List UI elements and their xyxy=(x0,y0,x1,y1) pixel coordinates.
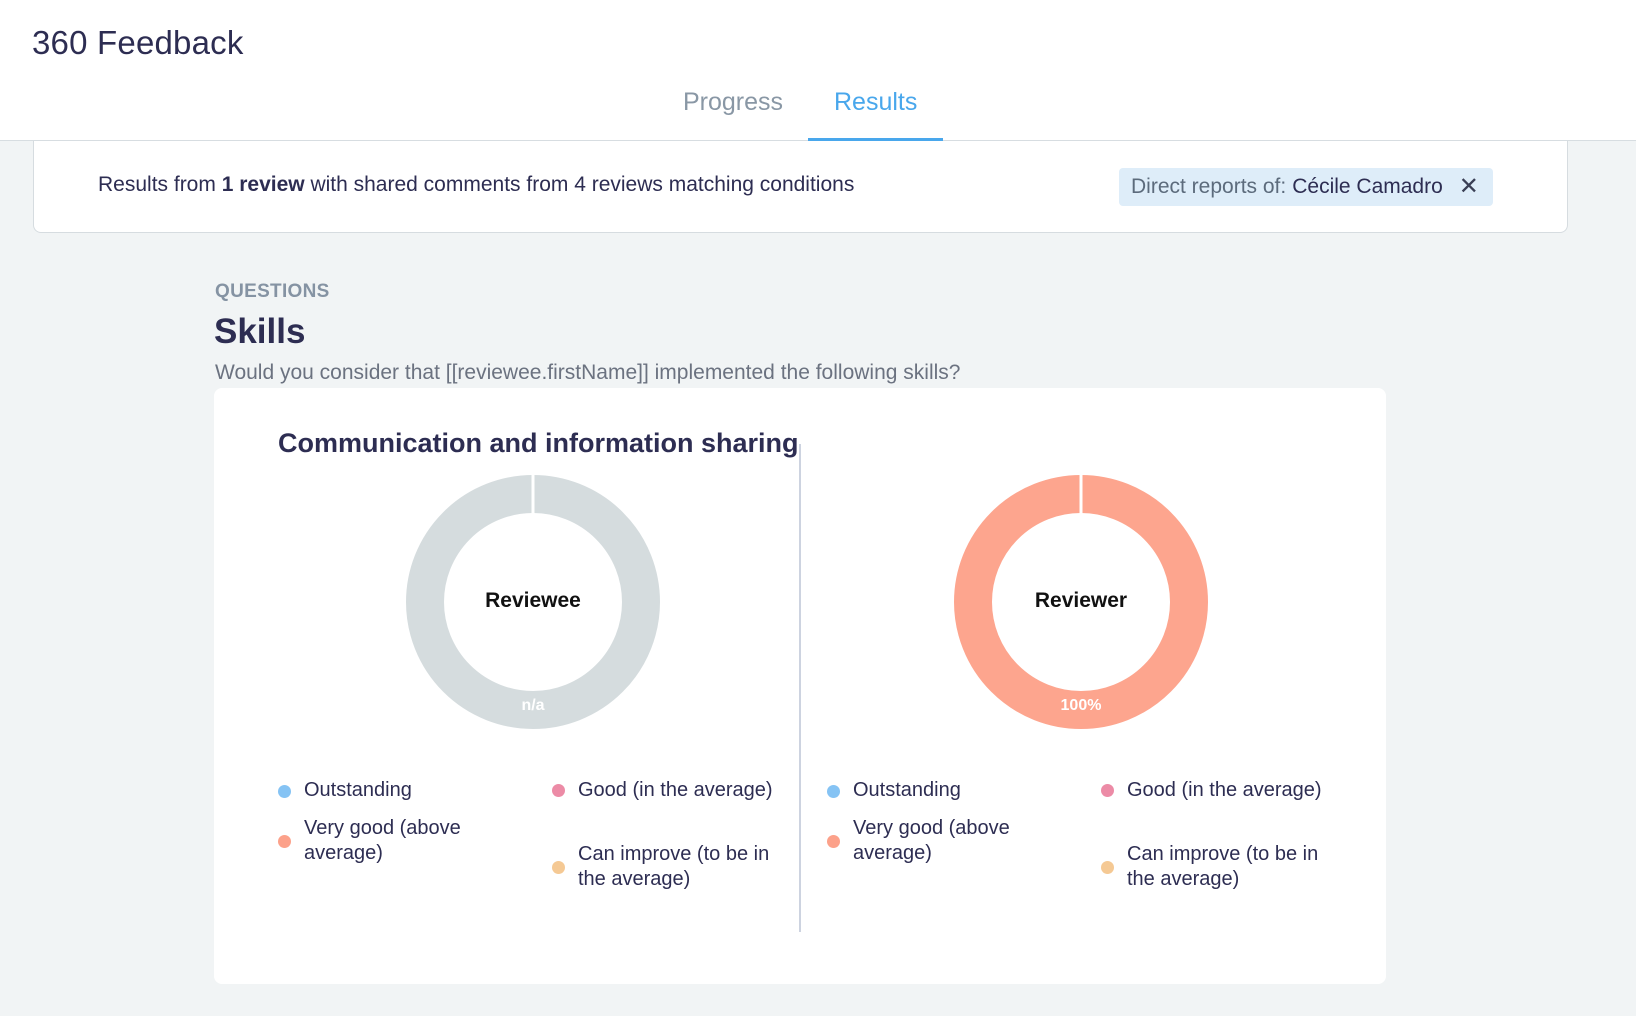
reviewee-label: Reviewee xyxy=(485,589,581,612)
legend-label: Can improve (to be in the average) xyxy=(1127,843,1319,890)
top-bar: 360 Feedback Progress Results xyxy=(0,0,1636,141)
section-title: Skills xyxy=(214,312,306,351)
reviewee-donut: Reviewee n/a xyxy=(405,474,661,730)
legend-item-good: Good (in the average) xyxy=(552,778,792,803)
reviewee-value: n/a xyxy=(521,697,545,714)
question-card: Communication and information sharing Re… xyxy=(214,388,1386,984)
filter-chip[interactable]: Direct reports of: Cécile Camadro ✕ xyxy=(1119,168,1493,206)
section-description: Would you consider that [[reviewee.first… xyxy=(215,361,961,384)
legend-item-very-good: Very good (above average) xyxy=(827,816,1067,866)
question-title: Communication and information sharing xyxy=(278,428,799,458)
legend-label: Very good (above average) xyxy=(853,817,1010,864)
filter-panel: Results from 1 review with shared commen… xyxy=(33,141,1568,233)
divider xyxy=(799,444,801,932)
legend-dot xyxy=(827,834,840,848)
legend-label: Very good (above average) xyxy=(304,817,461,864)
legend-item-good: Good (in the average) xyxy=(1101,778,1341,803)
legend-item-can-improve: Can improve (to be in the average) xyxy=(552,842,792,892)
close-icon[interactable]: ✕ xyxy=(1459,175,1479,199)
results-summary: Results from 1 review with shared commen… xyxy=(98,173,854,197)
legend-dot xyxy=(278,785,291,798)
reviewer-donut-gap xyxy=(1079,474,1083,514)
filter-chip-key: Direct reports of: xyxy=(1131,175,1287,198)
summary-suffix: with shared comments from 4 reviews matc… xyxy=(304,173,855,196)
legend-item-outstanding: Outstanding xyxy=(827,778,1067,803)
legend-dot xyxy=(1101,860,1114,874)
filter-chip-value: Cécile Camadro xyxy=(1292,175,1443,198)
summary-prefix: Results from xyxy=(98,173,222,196)
legend-dot xyxy=(1101,784,1114,797)
legend-item-can-improve: Can improve (to be in the average) xyxy=(1101,842,1341,892)
legend-label: Outstanding xyxy=(304,779,412,801)
legend-dot xyxy=(827,785,840,798)
reviewee-donut-gap xyxy=(531,474,535,514)
legend-label: Good (in the average) xyxy=(578,779,773,801)
legend-dot xyxy=(552,860,565,874)
legend-dot xyxy=(278,834,291,848)
reviewer-donut: Reviewer 100% xyxy=(953,474,1209,730)
legend-label: Can improve (to be in the average) xyxy=(578,843,770,890)
summary-review-count: 1 review xyxy=(221,173,305,196)
page-title: 360 Feedback xyxy=(32,24,244,61)
reviewer-label: Reviewer xyxy=(1034,589,1128,612)
reviewer-value: 100% xyxy=(1060,697,1102,714)
legend-label: Good (in the average) xyxy=(1127,779,1322,801)
legend-label: Outstanding xyxy=(853,779,961,801)
questions-label: QUESTIONS xyxy=(215,281,330,302)
legend-dot xyxy=(552,784,565,797)
tab-results[interactable]: Results xyxy=(808,88,944,141)
tab-progress[interactable]: Progress xyxy=(657,88,809,141)
legend-item-very-good: Very good (above average) xyxy=(278,816,518,866)
legend-item-outstanding: Outstanding xyxy=(278,778,518,803)
